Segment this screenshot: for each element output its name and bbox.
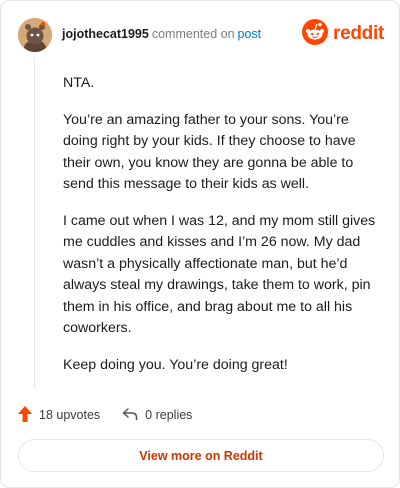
commented-on-text: commented on	[151, 27, 235, 41]
post-link[interactable]: post	[238, 27, 262, 41]
avatar-icon[interactable]	[18, 18, 52, 52]
comment-paragraph: I came out when I was 12, and my mom sti…	[63, 212, 376, 337]
reply-button[interactable]: 0 replies	[122, 407, 192, 424]
comment-paragraph: Keep doing you. You’re doing great!	[63, 356, 288, 373]
view-more-button[interactable]: View more on Reddit	[18, 439, 384, 472]
upvote-button[interactable]: 18 upvotes	[18, 405, 101, 425]
comment-embed-card: jojothecat1995commented onpost reddit	[0, 0, 400, 488]
comment-paragraph: You’re an amazing father to your sons. Y…	[63, 111, 356, 193]
reply-arrow-icon	[122, 407, 138, 424]
username-link[interactable]: jojothecat1995	[62, 27, 149, 41]
upvote-count: 18 upvotes	[39, 408, 101, 422]
reddit-brand[interactable]: reddit	[302, 18, 384, 50]
reply-count: 0 replies	[145, 408, 193, 422]
reddit-wordmark: reddit	[333, 23, 384, 44]
comment-actions: 18 upvotes 0 replies	[18, 404, 192, 426]
comment-meta: jojothecat1995 commented on post	[62, 27, 261, 41]
upvote-arrow-icon	[18, 405, 32, 425]
reddit-logo-icon	[302, 18, 329, 50]
thread-line[interactable]	[34, 57, 35, 389]
comment-paragraph: NTA.	[63, 75, 95, 91]
comment-header: jojothecat1995 commented on post reddit	[18, 18, 384, 52]
comment-body: NTA. You’re an amazing father to your so…	[63, 73, 385, 391]
